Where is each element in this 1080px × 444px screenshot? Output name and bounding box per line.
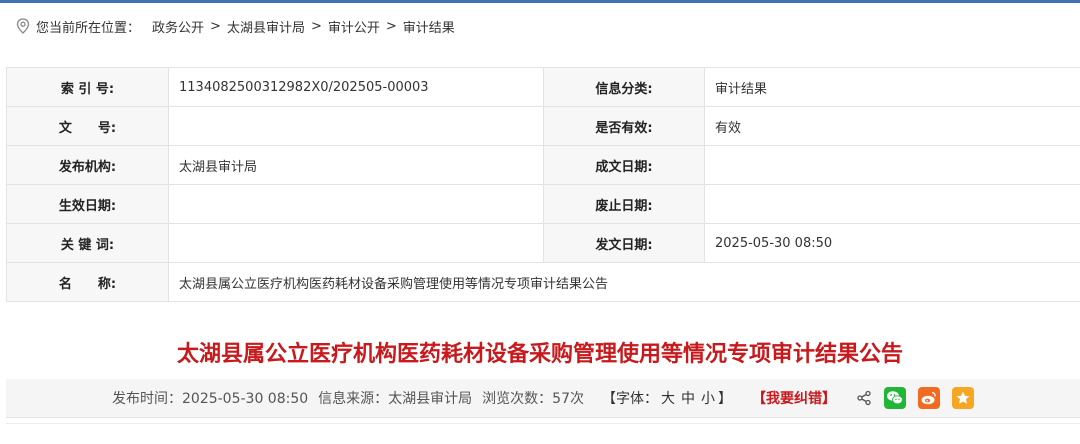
breadcrumb: 您当前所在位置： 政务公开 > 太湖县审计局 > 审计公开 > 审计结果 bbox=[16, 16, 455, 36]
top-accent-bar bbox=[0, 0, 1080, 3]
label-name: 名 称: bbox=[6, 262, 169, 302]
value-index-number: 1134082500312982X0/202505-00003 bbox=[168, 67, 544, 107]
table-row: 生效日期: 废止日期: bbox=[6, 184, 1080, 224]
label-document-number: 文 号: bbox=[6, 106, 169, 146]
value-document-number bbox=[168, 106, 544, 146]
breadcrumb-separator: > bbox=[385, 18, 397, 34]
publish-time: 发布时间：2025-05-30 08:50 bbox=[112, 391, 309, 407]
value-effective-date bbox=[168, 184, 544, 224]
value-publisher: 太湖县审计局 bbox=[168, 145, 544, 185]
view-count: 浏览次数：57次 bbox=[482, 391, 584, 407]
share-bar bbox=[856, 387, 974, 409]
breadcrumb-link-gov-affairs[interactable]: 政务公开 bbox=[152, 17, 204, 36]
label-index-number: 索 引 号: bbox=[6, 67, 169, 107]
table-row: 索 引 号: 1134082500312982X0/202505-00003 信… bbox=[6, 67, 1080, 107]
label-effective-date: 生效日期: bbox=[6, 184, 169, 224]
table-row: 名 称: 太湖县属公立医疗机构医药耗材设备采购管理使用等情况专项审计结果公告 bbox=[6, 262, 1080, 302]
font-large-button[interactable]: 大 bbox=[661, 391, 675, 407]
breadcrumb-link-audit-bureau[interactable]: 太湖县审计局 bbox=[227, 17, 305, 36]
value-written-date bbox=[704, 145, 1080, 185]
weibo-icon[interactable] bbox=[918, 387, 940, 409]
label-category: 信息分类: bbox=[543, 67, 705, 107]
font-size-switcher: 【字体：大中小】 bbox=[602, 388, 732, 408]
info-table: 索 引 号: 1134082500312982X0/202505-00003 信… bbox=[6, 67, 1080, 302]
label-publisher: 发布机构: bbox=[6, 145, 169, 185]
value-issue-date: 2025-05-30 08:50 bbox=[704, 223, 1080, 263]
table-row: 关 键 词: 发文日期: 2025-05-30 08:50 bbox=[6, 223, 1080, 263]
article-meta-bar: 发布时间：2025-05-30 08:50 信息来源：太湖县审计局 浏览次数：5… bbox=[6, 379, 1080, 418]
label-repeal-date: 废止日期: bbox=[543, 184, 705, 224]
breadcrumb-prefix: 您当前所在位置： bbox=[36, 20, 141, 36]
divider bbox=[6, 423, 1080, 424]
share-icon[interactable] bbox=[856, 390, 872, 406]
table-row: 文 号: 是否有效: 有效 bbox=[6, 106, 1080, 146]
location-pin-icon bbox=[16, 18, 30, 34]
label-keywords: 关 键 词: bbox=[6, 223, 169, 263]
article-title: 太湖县属公立医疗机构医药耗材设备采购管理使用等情况专项审计结果公告 bbox=[176, 342, 903, 367]
report-error-link[interactable]: 【我要纠错】 bbox=[752, 388, 836, 408]
font-small-button[interactable]: 小 bbox=[701, 391, 715, 407]
favorite-icon[interactable] bbox=[952, 387, 974, 409]
table-row: 发布机构: 太湖县审计局 成文日期: bbox=[6, 145, 1080, 185]
font-label: 【字体： bbox=[602, 391, 658, 407]
value-repeal-date bbox=[704, 184, 1080, 224]
label-validity: 是否有效: bbox=[543, 106, 705, 146]
breadcrumb-link-audit-results[interactable]: 审计结果 bbox=[403, 17, 455, 36]
value-name: 太湖县属公立医疗机构医药耗材设备采购管理使用等情况专项审计结果公告 bbox=[168, 262, 1080, 302]
value-keywords bbox=[168, 223, 544, 263]
label-written-date: 成文日期: bbox=[543, 145, 705, 185]
breadcrumb-separator: > bbox=[310, 18, 322, 34]
breadcrumb-link-audit-public[interactable]: 审计公开 bbox=[328, 17, 380, 36]
value-validity: 有效 bbox=[704, 106, 1080, 146]
value-category: 审计结果 bbox=[704, 67, 1080, 107]
info-source: 信息来源：太湖县审计局 bbox=[318, 391, 473, 407]
label-issue-date: 发文日期: bbox=[543, 223, 705, 263]
font-label-end: 】 bbox=[718, 391, 732, 407]
wechat-icon[interactable] bbox=[884, 387, 906, 409]
font-medium-button[interactable]: 中 bbox=[681, 391, 695, 407]
breadcrumb-separator: > bbox=[210, 18, 221, 34]
